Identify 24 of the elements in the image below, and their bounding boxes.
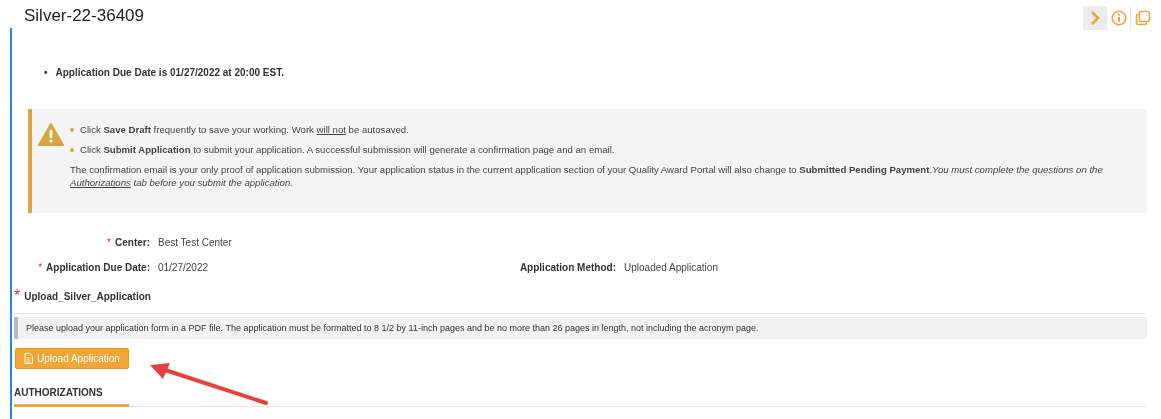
field-label: Application Due Date: — [46, 262, 150, 273]
section-tab[interactable]: AUTHORIZATIONS — [14, 383, 129, 407]
required-marker: * — [107, 237, 111, 248]
bullet-marker: • — [44, 66, 48, 79]
copy-icon — [1135, 10, 1151, 26]
field-value: Uploaded Application — [624, 262, 719, 273]
due-date-notice: Application Due Date is 01/27/2022 at 20:00 EST. — [55, 66, 284, 79]
warning-icon — [38, 123, 64, 146]
upload-instructions: Please upload your application form in a PDF file. The application must be formatted to 8 1/2 by 11-inch pages and be no more than 26 pages in length, not including the acronym page. — [14, 317, 1147, 339]
required-marker: * — [38, 262, 43, 273]
document-icon — [24, 353, 33, 364]
required-marker: * — [14, 287, 21, 305]
field-label: Center: — [115, 237, 150, 248]
info-icon — [1110, 10, 1127, 26]
field-value: 01/27/2022 — [158, 262, 210, 273]
field-label: Application Method: — [518, 262, 616, 273]
page-title: Silver-22-36409 — [24, 6, 144, 26]
instruction-text: Click Save Draft frequently to save your working. Work will not be autosaved. — [80, 123, 409, 136]
instruction-text: Click Submit Application to submit your application. A successful submission will generate a confirmation page and an email. — [80, 143, 615, 156]
instruction-paragraph: The confirmation email is your only proof of application submission. Your application status in the current application section of your Quality Award Portal will also change to Submitted Pending Payment.You must complete the questions on the Authorizations tab before you submit the application. — [70, 163, 1104, 189]
field-value: Best Test Center — [158, 237, 233, 248]
chevron-right-icon — [1089, 11, 1100, 25]
upload-label: Upload_Silver_Application — [24, 290, 151, 302]
chevron-button[interactable] — [1083, 6, 1107, 30]
